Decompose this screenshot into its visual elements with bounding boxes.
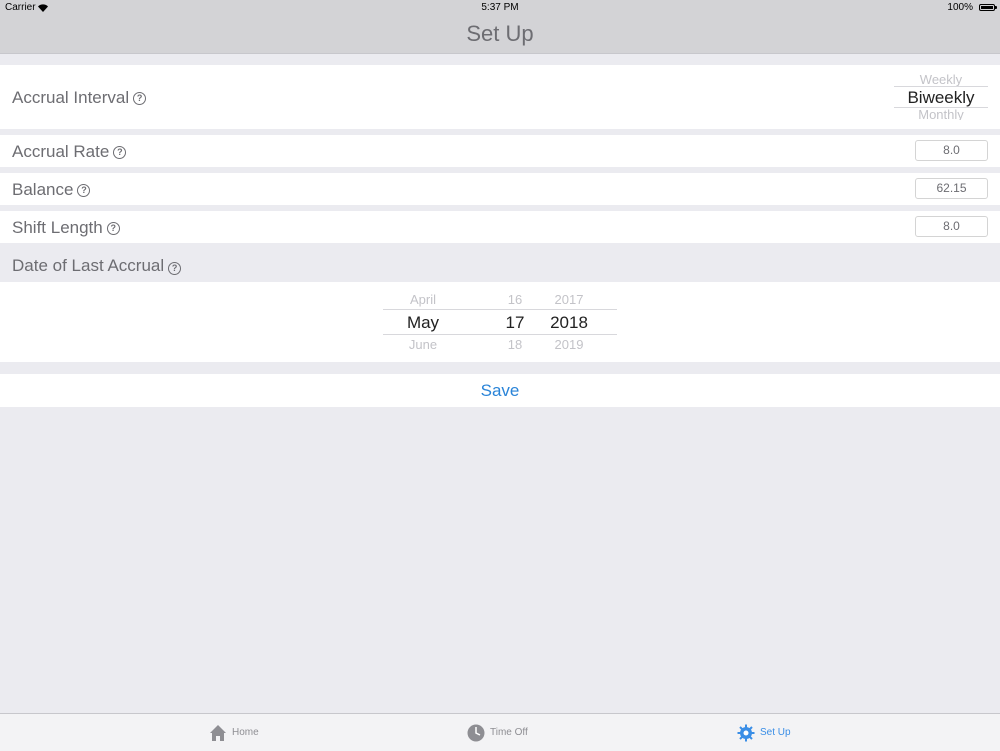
tab-time-off-label: Time Off <box>490 727 528 738</box>
save-button[interactable]: Save <box>0 374 1000 407</box>
shift-length-row: Shift Length ? 8.0 <box>0 211 1000 243</box>
date-picker[interactable]: April May June 16 17 18 2017 2018 2019 <box>383 282 617 362</box>
balance-label-group: Balance ? <box>12 180 91 200</box>
day-below[interactable]: 18 <box>494 337 536 352</box>
help-icon[interactable]: ? <box>168 262 182 275</box>
date-of-last-accrual-header: Date of Last Accrual ? <box>12 256 182 276</box>
year-below[interactable]: 2019 <box>543 337 595 352</box>
day-selected[interactable]: 17 <box>494 313 536 333</box>
balance-row: Balance ? 62.15 <box>0 173 1000 205</box>
help-icon[interactable]: ? <box>106 221 120 235</box>
tab-set-up-label: Set Up <box>760 727 791 738</box>
house-icon <box>210 724 226 741</box>
clock-icon <box>467 724 485 741</box>
accrual-rate-row: Accrual Rate ? 8.0 <box>0 135 1000 167</box>
month-selected[interactable]: May <box>383 313 463 333</box>
day-above[interactable]: 16 <box>494 292 536 307</box>
accrual-rate-label: Accrual Rate <box>12 142 110 161</box>
month-wheel[interactable]: April May June <box>383 282 463 362</box>
tab-home[interactable]: Home <box>209 714 259 751</box>
picker-option-below[interactable]: Monthly <box>894 107 988 120</box>
help-icon[interactable]: ? <box>113 145 127 159</box>
tab-time-off[interactable]: Time Off <box>467 714 528 751</box>
status-bar: Carrier 5:37 PM 100% <box>0 0 1000 16</box>
year-above[interactable]: 2017 <box>543 292 595 307</box>
month-above[interactable]: April <box>383 292 463 307</box>
picker-divider <box>894 86 988 87</box>
help-icon[interactable]: ? <box>77 183 91 197</box>
tab-home-label: Home <box>232 727 259 738</box>
help-icon[interactable]: ? <box>133 91 147 105</box>
accrual-rate-input[interactable]: 8.0 <box>915 140 988 161</box>
shift-length-label-group: Shift Length ? <box>12 218 120 238</box>
gear-icon <box>737 724 755 741</box>
shift-length-input[interactable]: 8.0 <box>915 216 988 237</box>
accrual-interval-label-group: Accrual Interval ? <box>12 88 147 108</box>
accrual-interval-picker[interactable]: Weekly Biweekly Monthly <box>894 65 988 129</box>
day-wheel[interactable]: 16 17 18 <box>494 282 536 362</box>
balance-label: Balance <box>12 180 74 199</box>
date-of-last-accrual-label: Date of Last Accrual <box>12 256 165 275</box>
battery-percentage: 100% <box>947 2 973 13</box>
accrual-rate-label-group: Accrual Rate ? <box>12 142 127 162</box>
accrual-interval-label: Accrual Interval <box>12 88 130 107</box>
battery-icon <box>979 4 997 11</box>
month-below[interactable]: June <box>383 337 463 352</box>
page-title: Set Up <box>466 21 534 46</box>
picker-option-selected[interactable]: Biweekly <box>894 88 988 108</box>
balance-input[interactable]: 62.15 <box>915 178 988 199</box>
year-selected[interactable]: 2018 <box>543 313 595 333</box>
navigation-bar: Set Up <box>0 16 1000 54</box>
picker-option-above[interactable]: Weekly <box>894 72 988 87</box>
tab-bar: Home Time Off Set Up <box>0 713 1000 751</box>
shift-length-label: Shift Length <box>12 218 103 237</box>
tab-set-up[interactable]: Set Up <box>737 714 791 751</box>
accrual-interval-row: Accrual Interval ? Weekly Biweekly Month… <box>0 65 1000 129</box>
year-wheel[interactable]: 2017 2018 2019 <box>543 282 595 362</box>
status-time: 5:37 PM <box>481 2 519 13</box>
